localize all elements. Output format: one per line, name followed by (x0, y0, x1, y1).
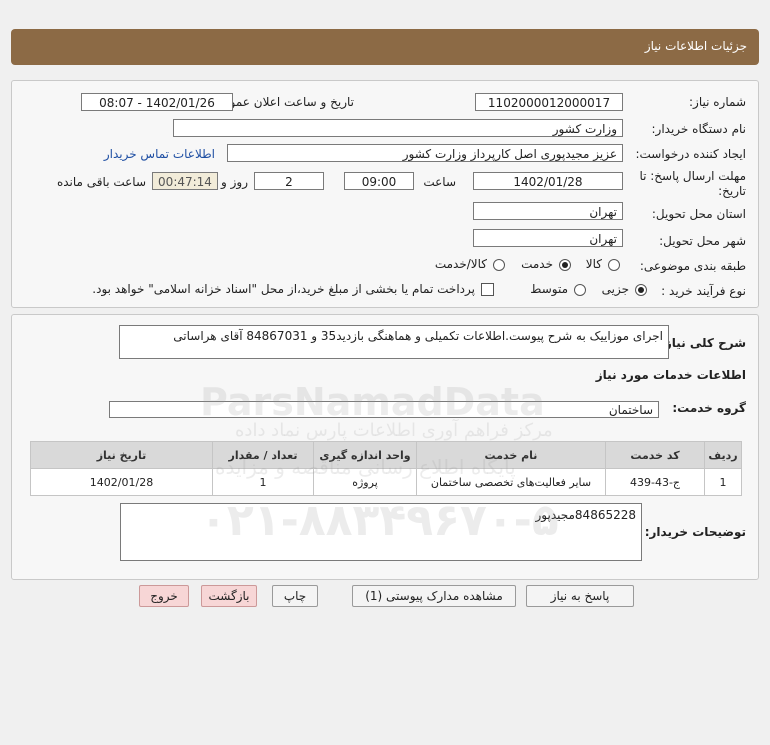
summary-label: شرح کلی نیاز: (660, 336, 746, 350)
deadline-date-label: تاریخ: (718, 184, 746, 198)
print-button[interactable]: چاپ (272, 585, 318, 607)
province-field[interactable]: تهران (473, 202, 623, 220)
time-label: ساعت (423, 175, 456, 189)
treasury-payment-note: پرداخت تمام یا بخشی از مبلغ خرید،از محل … (92, 282, 475, 296)
category-option-service: خدمت (521, 257, 553, 271)
process-radio-medium[interactable] (574, 284, 586, 296)
page-title: جزئیات اطلاعات نیاز (644, 39, 747, 53)
days-label: روز و (221, 175, 248, 189)
treasury-payment-checkbox[interactable] (481, 283, 494, 296)
category-radio-service[interactable] (559, 259, 571, 271)
buyer-org-label: نام دستگاه خریدار: (651, 122, 747, 136)
days-field[interactable]: 2 (254, 172, 324, 190)
services-table: ردیف کد خدمت نام خدمت واحد اندازه گیری ت… (30, 441, 742, 496)
category-label: طبقه بندی موضوعی: (639, 259, 746, 273)
need-info-panel: شماره نیاز: 1102000012000017 تاریخ و ساع… (11, 80, 759, 308)
process-label: نوع فرآیند خرید : (661, 284, 746, 298)
category-option-goods: کالا (585, 257, 602, 271)
remaining-label: ساعت باقی مانده (56, 175, 146, 189)
cell-need-date: 1402/01/28 (30, 468, 213, 496)
remaining-time-field: 00:47:14 (152, 172, 218, 190)
summary-text[interactable]: اجرای موزاییک به شرح پیوست.اطلاعات تکمیل… (119, 325, 669, 359)
col-unit: واحد اندازه گیری (313, 441, 417, 469)
services-table-header: ردیف کد خدمت نام خدمت واحد اندازه گیری ت… (30, 441, 742, 469)
cell-service-code: ج-43-439 (605, 468, 705, 496)
category-radio-goods-service[interactable] (493, 259, 505, 271)
process-option-minor: جزیی (601, 282, 629, 296)
deadline-date-field[interactable]: 1402/01/28 (473, 172, 623, 190)
city-field[interactable]: تهران (473, 229, 623, 247)
services-section-title: اطلاعات خدمات مورد نیاز (595, 368, 746, 382)
service-group-label: گروه خدمت: (672, 401, 746, 415)
service-group-field[interactable]: ساختمان (109, 401, 659, 418)
cell-unit: پروژه (313, 468, 417, 496)
cell-row: 1 (704, 468, 742, 496)
deadline-label: مهلت ارسال پاسخ: تا (639, 169, 746, 183)
exit-button[interactable]: خروج (139, 585, 189, 607)
need-number-label: شماره نیاز: (689, 95, 746, 109)
reply-button[interactable]: پاسخ به نیاز (526, 585, 634, 607)
process-option-medium: متوسط (530, 282, 568, 296)
requester-field[interactable]: عزیز مجیدپوری اصل کارپرداز وزارت کشور (227, 144, 623, 162)
category-radio-goods[interactable] (608, 259, 620, 271)
col-service-code: کد خدمت (605, 441, 705, 469)
back-button[interactable]: بازگشت (201, 585, 257, 607)
city-label: شهر محل تحویل: (659, 234, 746, 248)
view-attachments-button[interactable]: مشاهده مدارک پیوستی (1) (352, 585, 516, 607)
process-radio-minor[interactable] (635, 284, 647, 296)
col-service-name: نام خدمت (416, 441, 606, 469)
deadline-time-field[interactable]: 09:00 (344, 172, 414, 190)
cell-quantity: 1 (212, 468, 314, 496)
buyer-org-field[interactable]: وزارت کشور (173, 119, 623, 137)
need-number-field[interactable]: 1102000012000017 (475, 93, 623, 111)
cell-service-name: سایر فعالیت‌های تخصصی ساختمان (416, 468, 606, 496)
province-label: استان محل تحویل: (651, 207, 746, 221)
need-details-panel: شرح کلی نیاز: اجرای موزاییک به شرح پیوست… (11, 314, 759, 580)
col-quantity: تعداد / مقدار (212, 441, 314, 469)
col-need-date: تاریخ نیاز (30, 441, 213, 469)
requester-label: ایجاد کننده درخواست: (635, 147, 746, 161)
announce-field[interactable]: 1402/01/26 - 08:07 (81, 93, 233, 111)
buyer-notes-label: توضیحات خریدار: (644, 525, 746, 539)
buyer-contact-link[interactable]: اطلاعات تماس خریدار (104, 147, 215, 161)
table-row[interactable]: 1 ج-43-439 سایر فعالیت‌های تخصصی ساختمان… (30, 468, 742, 496)
page-header: جزئیات اطلاعات نیاز (11, 29, 759, 65)
col-row: ردیف (704, 441, 742, 469)
category-option-goods-service: کالا/خدمت (434, 257, 487, 271)
buyer-notes-text[interactable]: 84865228مجیدپور (120, 503, 642, 561)
